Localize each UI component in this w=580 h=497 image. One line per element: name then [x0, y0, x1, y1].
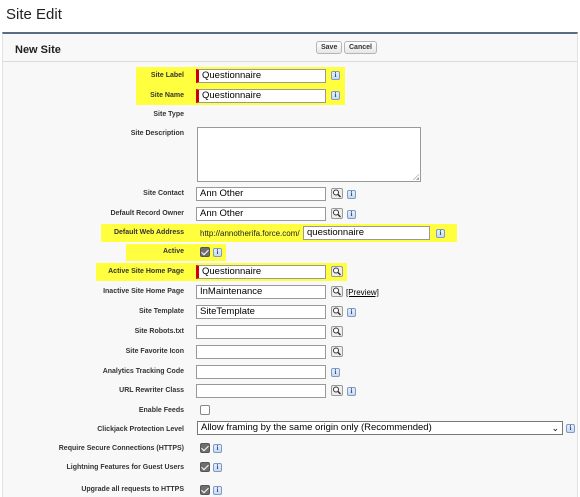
- site-description-textarea[interactable]: [197, 127, 421, 182]
- panel-title: New Site: [15, 44, 61, 56]
- info-icon[interactable]: i: [213, 248, 222, 257]
- page-title: Site Edit: [6, 6, 62, 23]
- site-description-label: Site Description: [130, 130, 184, 137]
- lookup-icon[interactable]: [331, 346, 343, 357]
- require-https-checkbox[interactable]: [200, 443, 210, 453]
- default-web-address-label: Default Web Address: [113, 229, 184, 236]
- clickjack-select[interactable]: Allow framing by the same origin only (R…: [197, 421, 563, 435]
- cancel-button[interactable]: Cancel: [344, 41, 377, 54]
- default-record-owner-input[interactable]: Ann Other: [196, 207, 326, 221]
- site-robots-input[interactable]: [196, 325, 326, 339]
- info-icon[interactable]: i: [213, 463, 222, 472]
- site-favorite-icon-input[interactable]: [196, 345, 326, 359]
- info-icon[interactable]: i: [213, 444, 222, 453]
- site-type-label: Site Type: [153, 111, 184, 118]
- lightning-guest-checkbox[interactable]: [200, 462, 210, 472]
- info-icon[interactable]: i: [213, 486, 222, 495]
- lookup-icon[interactable]: [331, 286, 343, 297]
- url-rewriter-label: URL Rewriter Class: [119, 387, 184, 394]
- inactive-home-page-label: Inactive Site Home Page: [103, 288, 184, 295]
- info-icon[interactable]: i: [566, 424, 575, 433]
- require-https-label: Require Secure Connections (HTTPS): [58, 445, 184, 452]
- info-icon[interactable]: i: [331, 368, 340, 377]
- inactive-home-page-input[interactable]: InMaintenance: [196, 285, 326, 299]
- site-favorite-icon-label: Site Favorite Icon: [125, 348, 184, 355]
- preview-link[interactable]: [Preview]: [346, 288, 379, 297]
- lookup-icon[interactable]: [331, 385, 343, 396]
- resize-grip-icon[interactable]: [413, 174, 419, 180]
- analytics-tracking-label: Analytics Tracking Code: [102, 368, 184, 375]
- chevron-down-icon: ⌄: [551, 423, 559, 433]
- save-button[interactable]: Save: [316, 41, 343, 54]
- enable-feeds-label: Enable Feeds: [138, 407, 184, 414]
- active-home-page-input[interactable]: Questionnaire: [196, 265, 326, 279]
- site-name-label: Site Name: [150, 92, 184, 99]
- lookup-icon[interactable]: [331, 306, 343, 317]
- info-icon[interactable]: i: [331, 91, 340, 100]
- url-rewriter-input[interactable]: [196, 384, 326, 398]
- lookup-icon[interactable]: [331, 326, 343, 337]
- lookup-icon[interactable]: [331, 188, 343, 199]
- info-icon[interactable]: i: [347, 190, 356, 199]
- active-checkbox[interactable]: [200, 247, 210, 257]
- lightning-guest-label: Lightning Features for Guest Users: [66, 464, 184, 471]
- site-name-input[interactable]: Questionnaire: [196, 89, 326, 103]
- panel-divider: [3, 61, 577, 62]
- info-icon[interactable]: i: [436, 229, 445, 238]
- info-icon[interactable]: i: [347, 308, 356, 317]
- active-home-page-label: Active Site Home Page: [108, 268, 184, 275]
- info-icon[interactable]: i: [347, 387, 356, 396]
- enable-feeds-checkbox[interactable]: [200, 405, 210, 415]
- site-template-input[interactable]: SiteTemplate: [196, 305, 326, 319]
- info-icon[interactable]: i: [347, 210, 356, 219]
- lookup-icon[interactable]: [331, 266, 343, 277]
- active-label: Active: [162, 248, 184, 255]
- analytics-tracking-input[interactable]: [196, 365, 326, 379]
- clickjack-label: Clickjack Protection Level: [97, 426, 184, 433]
- site-robots-label: Site Robots.txt: [134, 328, 184, 335]
- web-address-prefix: http://annotherifa.force.com/: [200, 229, 300, 238]
- upgrade-https-checkbox[interactable]: [200, 485, 210, 495]
- site-label-input[interactable]: Questionnaire: [196, 69, 326, 83]
- lookup-icon[interactable]: [331, 208, 343, 219]
- default-record-owner-label: Default Record Owner: [110, 210, 184, 217]
- site-contact-label: Site Contact: [143, 190, 184, 197]
- web-address-input[interactable]: questionnaire: [303, 226, 430, 240]
- site-label-label: Site Label: [150, 72, 184, 79]
- clickjack-select-value: Allow framing by the same origin only (R…: [201, 422, 432, 433]
- site-template-label: Site Template: [139, 308, 184, 315]
- upgrade-https-label: Upgrade all requests to HTTPS: [81, 486, 184, 493]
- info-icon[interactable]: i: [331, 71, 340, 80]
- site-contact-input[interactable]: Ann Other: [196, 187, 326, 201]
